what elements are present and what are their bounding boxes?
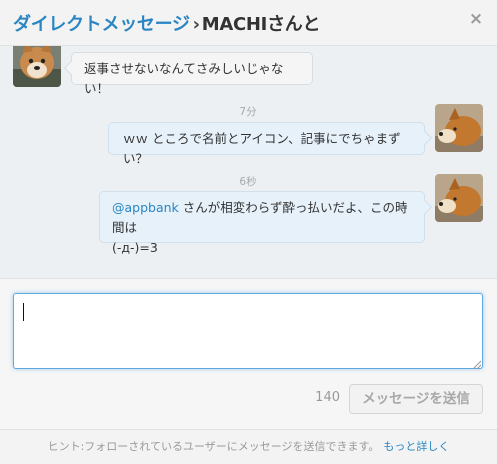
learn-more-link[interactable]: もっと詳しく: [383, 440, 449, 453]
message-text-part: (-д-)=3: [112, 240, 158, 255]
dialog-header: ダイレクトメッセージ › MACHIさんと ×: [0, 0, 497, 46]
my-avatar[interactable]: [435, 174, 483, 222]
shiba-dog-side-icon: [435, 104, 483, 152]
send-message-button[interactable]: メッセージを送信: [349, 384, 483, 414]
conversation-name: MACHIさんと: [201, 14, 321, 35]
message-text: 返事させないなんてさみしいじゃない！: [84, 61, 284, 96]
message-text: @appbank さんが相変わらず酔っ払いだよ、この時間は (-д-)=3: [112, 198, 412, 258]
message-timestamp: 6秒: [239, 176, 257, 188]
hint-text: ヒント:フォローされているユーザーにメッセージを送信できます。: [47, 440, 380, 453]
message-bubble: @appbank さんが相変わらず酔っ払いだよ、この時間は (-д-)=3: [99, 191, 433, 255]
close-icon[interactable]: ×: [467, 8, 485, 30]
shiba-dog-side-icon: [435, 174, 483, 222]
character-counter: 140: [315, 390, 340, 405]
message-input[interactable]: [13, 293, 483, 369]
direct-messages-link[interactable]: ダイレクトメッセージ: [13, 14, 190, 35]
breadcrumb-separator: ›: [192, 14, 200, 35]
message-thread[interactable]: 返事させないなんてさみしいじゃない！ 7分 ｗｗ ところで名前とアイコン、記事に…: [0, 46, 497, 279]
message-bubble: ｗｗ ところで名前とアイコン、記事にでちゃまずい？: [108, 122, 433, 166]
composer: 140 メッセージを送信: [0, 279, 497, 429]
hint-footer: ヒント:フォローされているユーザーにメッセージを送信できます。 もっと詳しく: [0, 429, 497, 464]
sender-avatar[interactable]: [13, 46, 61, 87]
dialog-title: ダイレクトメッセージ › MACHIさんと: [13, 10, 320, 36]
message-timestamp: 7分: [239, 106, 257, 118]
message-bubble: 返事させないなんてさみしいじゃない！: [63, 52, 313, 96]
mention-link[interactable]: @appbank: [112, 200, 179, 215]
resize-handle-icon[interactable]: [472, 360, 481, 369]
shiba-dog-face-icon: [13, 46, 61, 87]
message-text: ｗｗ ところで名前とアイコン、記事にでちゃまずい？: [123, 131, 401, 166]
text-caret: [23, 303, 24, 321]
my-avatar[interactable]: [435, 104, 483, 152]
